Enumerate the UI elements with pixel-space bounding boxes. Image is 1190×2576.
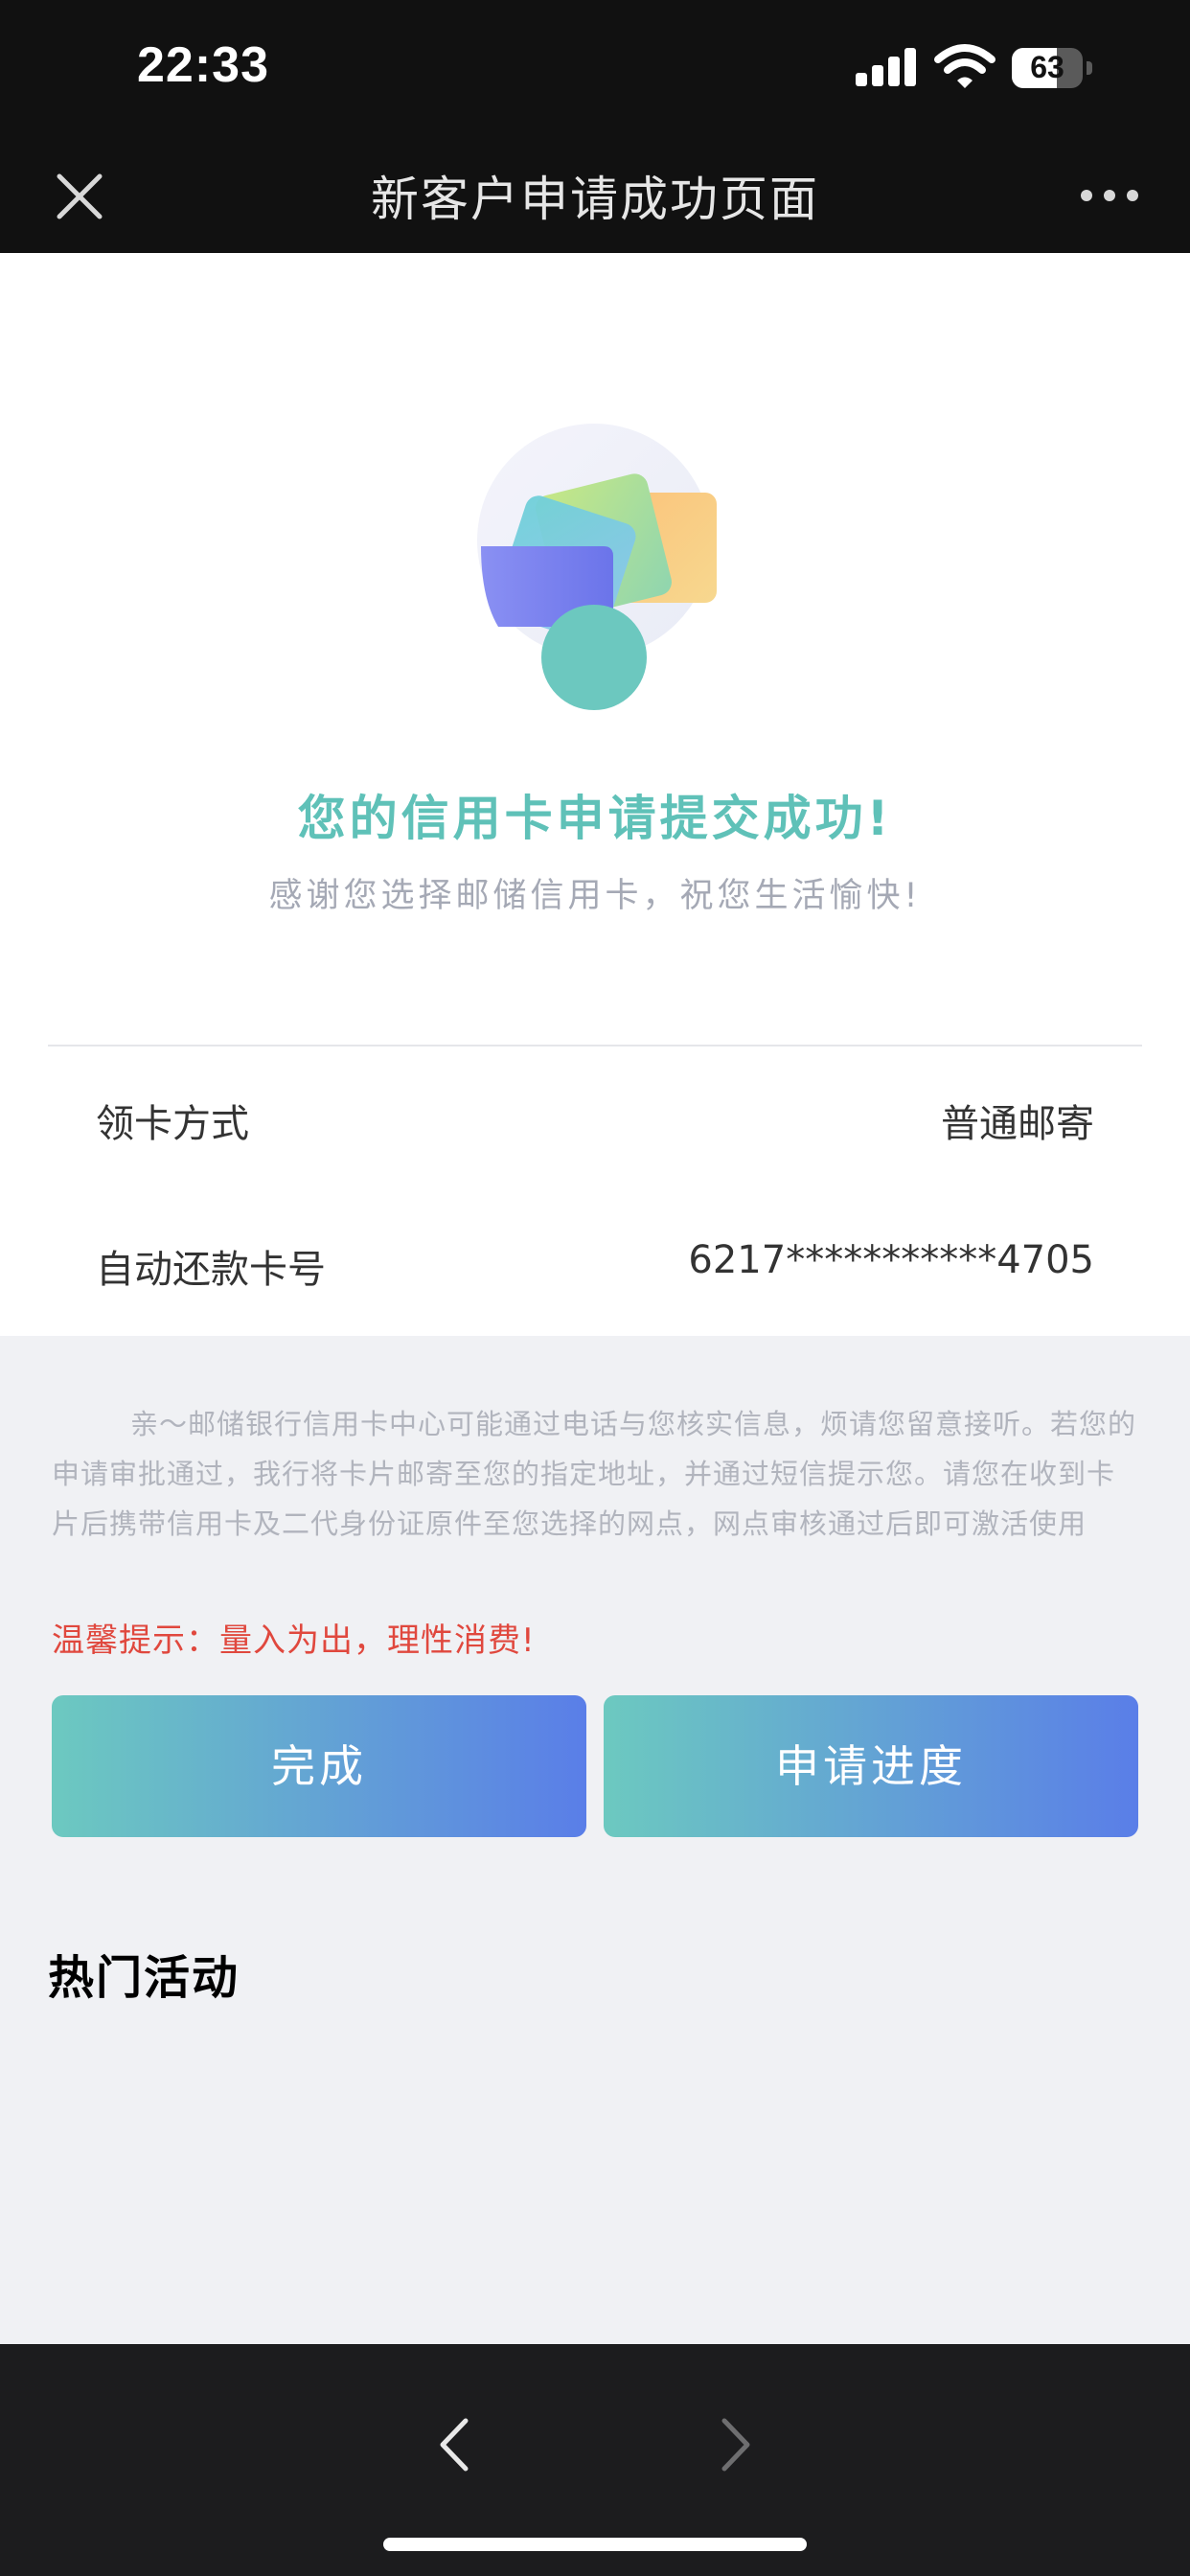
cellular-signal-icon bbox=[856, 48, 916, 86]
notice-text: 亲～邮储银行信用卡中心可能通过电话与您核实信息，烦请您留意接听。若您的申请审批通… bbox=[52, 1408, 1137, 1540]
application-progress-button[interactable]: 申请进度 bbox=[604, 1695, 1138, 1837]
more-dots-icon[interactable] bbox=[1071, 171, 1148, 220]
nav-bar: 新客户申请成功页面 bbox=[0, 144, 1190, 253]
page-title: 新客户申请成功页面 bbox=[371, 172, 819, 227]
info-label: 领卡方式 bbox=[96, 1102, 249, 1146]
divider bbox=[48, 1045, 1142, 1046]
info-row-card-method: 领卡方式 普通邮寄 bbox=[96, 1092, 1094, 1150]
battery-level: 63 bbox=[1030, 50, 1064, 84]
info-value: 6217***********4705 bbox=[688, 1238, 1094, 1282]
info-label: 自动还款卡号 bbox=[96, 1248, 326, 1292]
status-bar: 22:33 63 bbox=[0, 0, 1190, 144]
bottom-toolbar bbox=[0, 2344, 1190, 2576]
done-button[interactable]: 完成 bbox=[52, 1695, 586, 1837]
warm-tip: 温馨提示：量入为出，理性消费! bbox=[52, 1622, 536, 1660]
info-row-autopay-card: 自动还款卡号 6217***********4705 bbox=[96, 1238, 1094, 1296]
battery-icon: 63 bbox=[1012, 48, 1094, 90]
home-indicator[interactable] bbox=[383, 2538, 807, 2551]
hot-activities-title: 热门活动 bbox=[48, 1951, 240, 2005]
forward-arrow-icon[interactable] bbox=[711, 2411, 759, 2478]
success-subtitle: 感谢您选择邮储信用卡，祝您生活愉快! bbox=[268, 877, 922, 915]
success-cards-illustration bbox=[477, 424, 717, 710]
success-title: 您的信用卡申请提交成功! bbox=[297, 791, 893, 846]
status-time: 22:33 bbox=[137, 37, 269, 93]
info-value: 普通邮寄 bbox=[941, 1102, 1094, 1146]
back-arrow-icon[interactable] bbox=[431, 2411, 479, 2478]
wifi-icon bbox=[934, 44, 995, 88]
result-card: 您的信用卡申请提交成功! 感谢您选择邮储信用卡，祝您生活愉快! 领卡方式 普通邮… bbox=[0, 253, 1190, 1336]
